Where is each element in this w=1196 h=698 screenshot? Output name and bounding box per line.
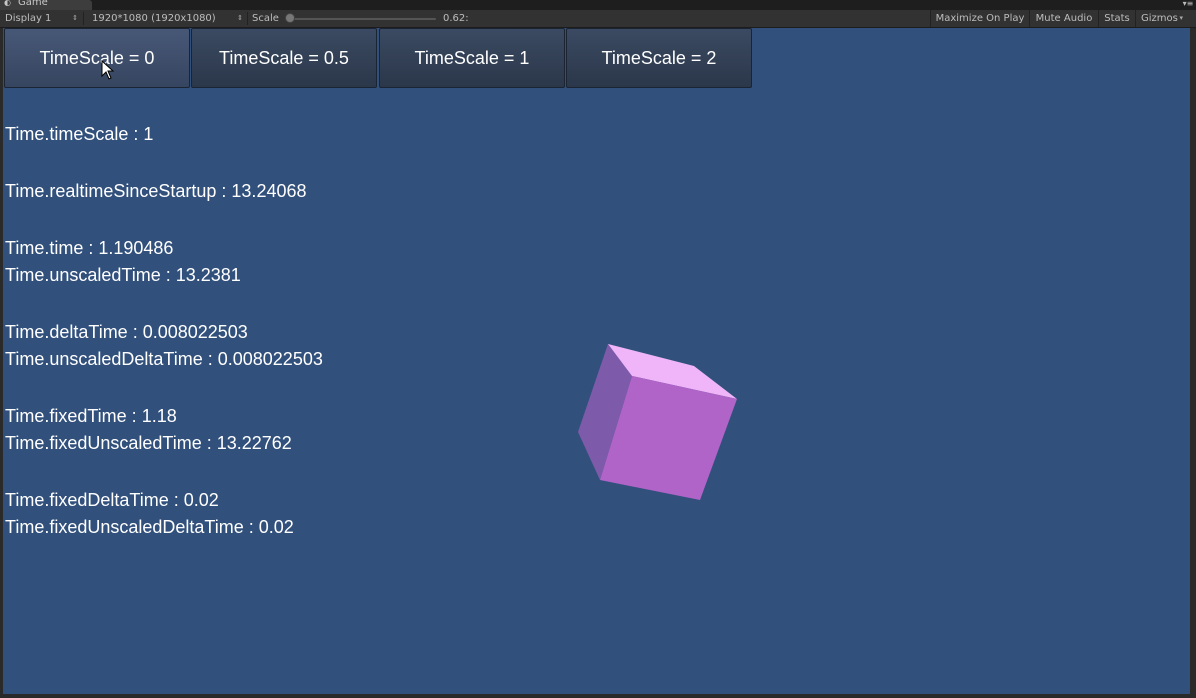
gizmos-dropdown-label: Gizmos — [1141, 13, 1178, 24]
chevron-updown-icon: ⇕ — [237, 14, 243, 22]
stat-delta-time: Time.deltaTime : 0.008022503 — [5, 322, 248, 342]
gizmos-dropdown[interactable]: Gizmos ▾ — [1135, 10, 1185, 27]
tab-game[interactable]: ◐ Game — [0, 0, 92, 10]
mouse-cursor-icon — [101, 60, 115, 80]
tab-game-label: Game — [18, 0, 48, 8]
stat-realtime-since-startup: Time.realtimeSinceStartup : 13.24068 — [5, 181, 307, 201]
stat-fixed-delta-time: Time.fixedDeltaTime : 0.02 — [5, 490, 219, 510]
stat-unscaled-time: Time.unscaledTime : 13.2381 — [5, 265, 241, 285]
game-view: TimeScale = 0 TimeScale = 0.5 TimeScale … — [3, 28, 1190, 694]
scale-value: 0.62: — [443, 13, 469, 24]
chevron-down-icon: ▾ — [1179, 14, 1183, 22]
stat-time: Time.time : 1.190486 — [5, 238, 174, 258]
scale-slider-thumb[interactable] — [285, 13, 295, 23]
rotating-cube — [578, 344, 737, 500]
stat-fixed-time: Time.fixedTime : 1.18 — [5, 406, 177, 426]
tab-strip: ◐ Game ▾≡ — [0, 0, 1196, 10]
tab-menu-icon[interactable]: ▾≡ — [1182, 0, 1194, 10]
toolbar-divider — [247, 12, 248, 25]
timescale-1-button[interactable]: TimeScale = 1 — [379, 28, 565, 88]
timescale-2-button[interactable]: TimeScale = 2 — [566, 28, 752, 88]
game-toolbar: Display 1 ⇕ 1920*1080 (1920x1080) ⇕ Scal… — [0, 10, 1196, 28]
stats-toggle[interactable]: Stats — [1098, 10, 1135, 27]
unity-editor-window: ◐ Game ▾≡ Display 1 ⇕ 1920*1080 (1920x10… — [0, 0, 1196, 698]
pacman-icon: ◐ — [4, 0, 11, 7]
timescale-0-5-button[interactable]: TimeScale = 0.5 — [191, 28, 377, 88]
stat-time-scale: Time.timeScale : 1 — [5, 124, 154, 144]
display-dropdown[interactable]: Display 1 ⇕ — [0, 10, 82, 27]
scale-label: Scale — [252, 13, 279, 24]
stat-fixed-unscaled-delta-time: Time.fixedUnscaledDeltaTime : 0.02 — [5, 517, 294, 537]
stat-unscaled-delta-time: Time.unscaledDeltaTime : 0.008022503 — [5, 349, 323, 369]
mute-audio-toggle[interactable]: Mute Audio — [1029, 10, 1098, 27]
display-dropdown-label: Display 1 — [5, 13, 52, 24]
timescale-0-button[interactable]: TimeScale = 0 — [4, 28, 190, 88]
resolution-dropdown[interactable]: 1920*1080 (1920x1080) ⇕ — [85, 10, 247, 27]
scale-slider-track[interactable] — [290, 18, 436, 20]
resolution-dropdown-label: 1920*1080 (1920x1080) — [92, 13, 216, 24]
toolbar-divider — [83, 12, 84, 25]
maximize-on-play-toggle[interactable]: Maximize On Play — [930, 10, 1029, 27]
chevron-updown-icon: ⇕ — [72, 14, 78, 22]
bottom-border — [0, 694, 1196, 698]
stat-fixed-unscaled-time: Time.fixedUnscaledTime : 13.22762 — [5, 433, 292, 453]
